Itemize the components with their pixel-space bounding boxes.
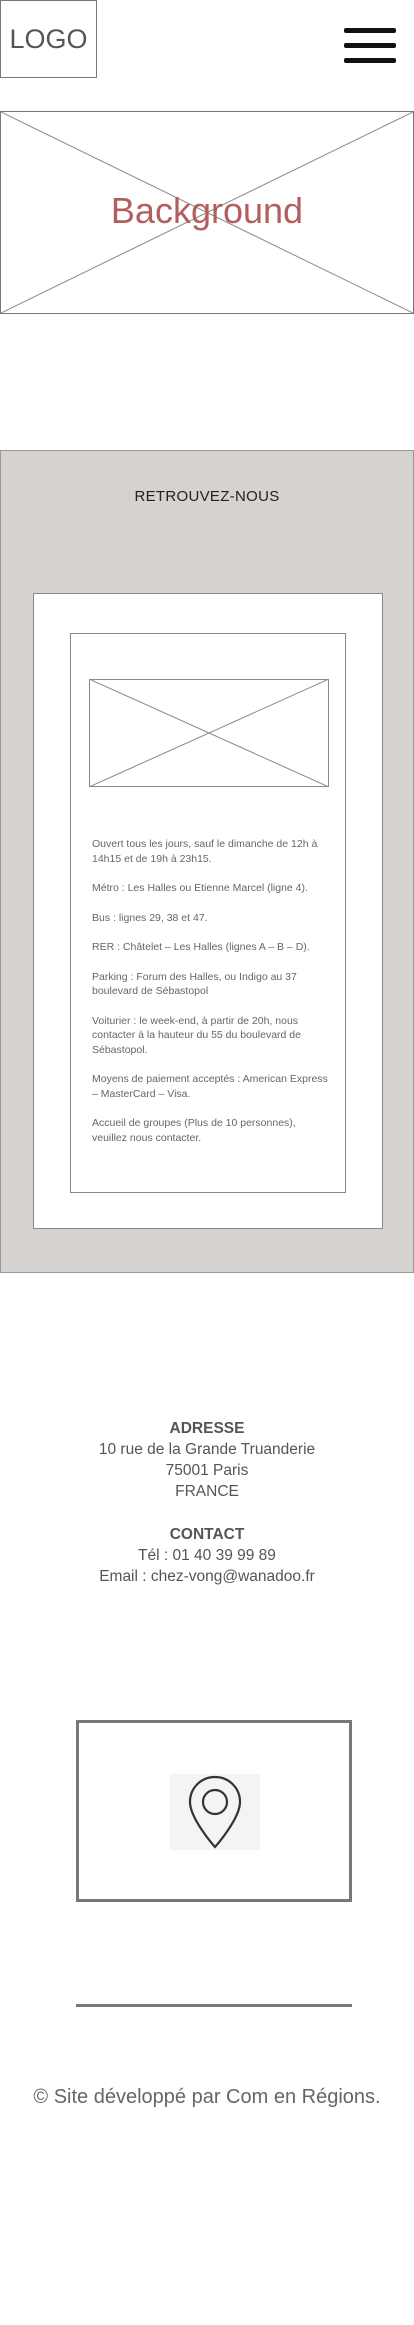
info-line-metro: Métro : Les Halles ou Etienne Marcel (li… (92, 882, 308, 894)
address-heading: ADRESSE (169, 1420, 245, 1437)
copyright-text: © Site développé par Com en Régions. (33, 2086, 381, 2108)
contact-heading: CONTACT (169, 1526, 245, 1543)
info-line-parking: Parking : Forum des Halles, ou Indigo au… (92, 970, 297, 998)
hamburger-icon[interactable] (344, 28, 396, 64)
contact-email[interactable]: Email : chez-vong@wanadoo.fr (0, 1566, 414, 1587)
info-line-rer: RER : Châtelet – Les Halles (lignes A – … (92, 941, 310, 953)
info-card: Ouvert tous les jours, sauf le dimanche … (33, 593, 383, 1229)
section-title: RETROUVEZ-NOUS (134, 488, 280, 505)
address-country: FRANCE (175, 1483, 239, 1500)
info-list: Ouvert tous les jours, sauf le dimanche … (92, 837, 328, 1160)
logo-text: LOGO (9, 23, 88, 54)
info-section: RETROUVEZ-NOUS Ouvert tous les jours, sa… (0, 450, 414, 1273)
hero-background-placeholder: Background (0, 111, 414, 314)
contact-phone[interactable]: Tél : 01 40 39 99 89 (0, 1545, 414, 1566)
footer-divider (76, 2004, 352, 2007)
info-line-bus: Bus : lignes 29, 38 et 47. (92, 911, 208, 924)
map-pin-icon (170, 1774, 260, 1850)
info-line-payment: Moyens de paiement acceptés : American E… (92, 1073, 328, 1100)
image-placeholder-icon (89, 679, 329, 787)
address-street: 10 rue de la Grande Truanderie (98, 1441, 316, 1458)
info-line-groups: Accueil de groupes (Plus de 10 personnes… (92, 1117, 296, 1144)
map-placeholder[interactable] (76, 1720, 352, 1902)
contact-block: ADRESSE 10 rue de la Grande Truanderie 7… (0, 1418, 414, 1587)
info-card-inner: Ouvert tous les jours, sauf le dimanche … (70, 633, 346, 1193)
logo[interactable]: LOGO (0, 0, 97, 78)
info-line-valet: Voiturier : le week-end, à partir de 20h… (92, 1014, 301, 1056)
address-city: 75001 Paris (165, 1462, 249, 1479)
hero-label: Background (110, 190, 304, 231)
info-line-hours: Ouvert tous les jours, sauf le dimanche … (92, 838, 318, 865)
